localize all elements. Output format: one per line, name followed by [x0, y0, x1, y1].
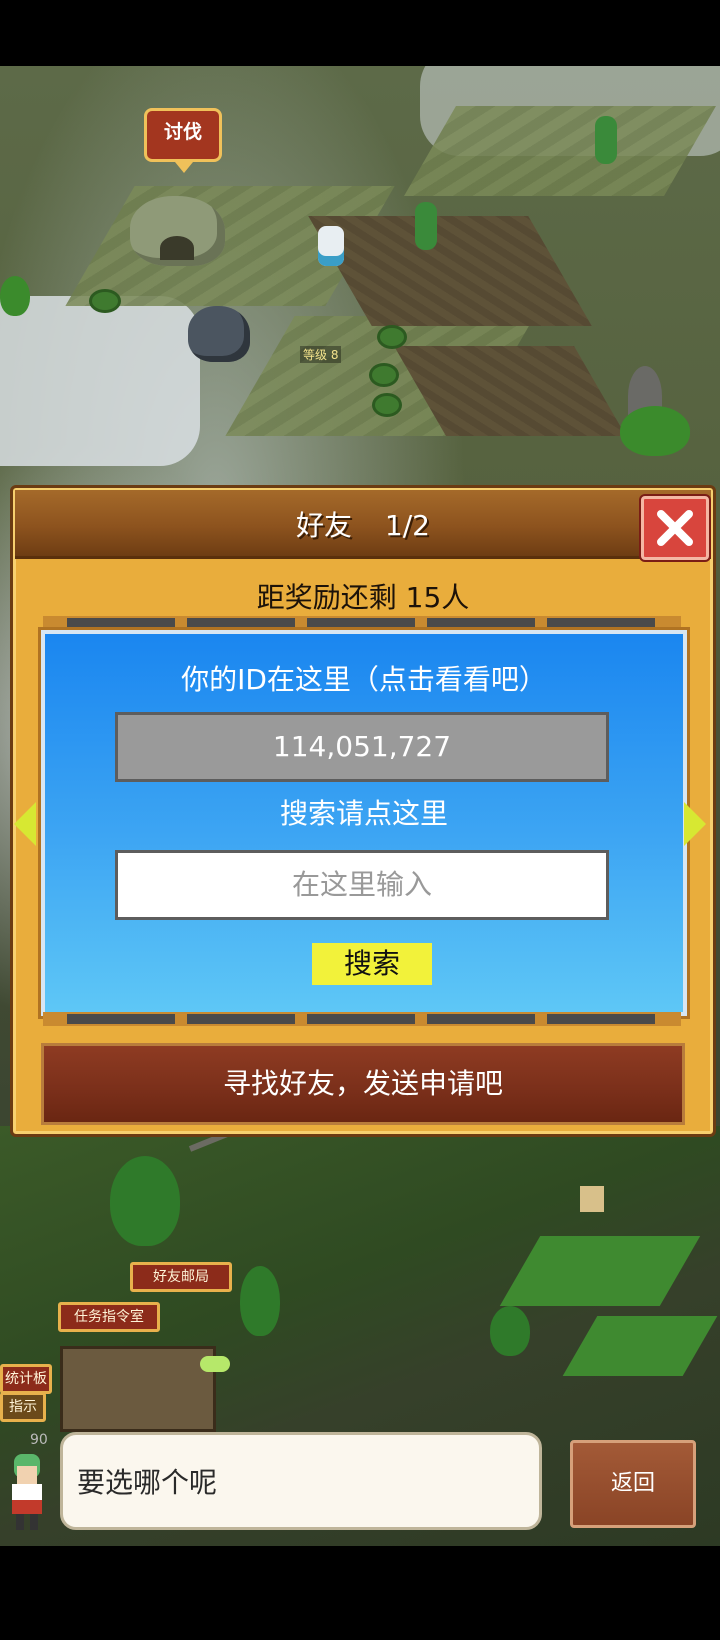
reward-remaining-text: 距奖励还剩 15人 — [256, 581, 470, 614]
level-number: 90 — [30, 1432, 48, 1448]
tray-divider-top — [43, 616, 681, 630]
next-page-arrow-icon[interactable] — [684, 802, 706, 846]
close-button[interactable] — [641, 496, 709, 560]
advisor-avatar — [2, 1450, 52, 1534]
tray-segment — [547, 618, 655, 628]
tray-segment — [547, 1014, 655, 1024]
search-button[interactable]: 搜索 — [312, 943, 432, 985]
friend-post-sign[interactable]: 好友邮局 — [130, 1262, 232, 1292]
search-prompt-label: 搜索请点这里 — [279, 797, 448, 830]
tray-segment — [427, 618, 535, 628]
find-friends-button[interactable]: 寻找好友，发送申请吧 — [41, 1043, 685, 1125]
bush-icon — [92, 292, 118, 310]
tree-icon — [620, 406, 690, 456]
character-level-label: 等级 8 — [300, 346, 342, 363]
cactus-icon — [415, 202, 437, 250]
tree-icon — [490, 1306, 530, 1356]
user-id-display[interactable]: 114,051,727 — [115, 712, 609, 782]
mission-room-sign[interactable]: 任务指令室 — [58, 1302, 160, 1332]
tree-icon — [110, 1156, 180, 1246]
back-button[interactable]: 返回 — [570, 1440, 696, 1528]
previous-page-arrow-icon[interactable] — [14, 802, 36, 846]
dialog-header: 好友 1/2 — [15, 490, 711, 560]
advisor-speech-bubble: 要选哪个呢 — [60, 1432, 542, 1530]
tray-divider-bottom — [43, 1012, 681, 1026]
bush-icon — [372, 366, 396, 384]
bush-icon — [375, 396, 399, 414]
grass-field — [404, 106, 716, 196]
dialog-title-text: 好友 — [296, 509, 353, 542]
tray-segment — [307, 1014, 415, 1024]
tray-segment — [187, 618, 295, 628]
advisor-avatar-icon — [12, 1454, 42, 1530]
tray-segment — [307, 618, 415, 628]
cactus-icon — [595, 116, 617, 164]
bush-icon — [380, 328, 404, 346]
dirt-path — [308, 216, 592, 326]
stats-board-sign[interactable]: 统计板 — [0, 1364, 52, 1394]
tree-icon — [240, 1266, 280, 1336]
character-sprite[interactable] — [318, 226, 344, 266]
tree-icon — [0, 276, 30, 316]
tray-segment — [67, 1014, 175, 1024]
raid-badge[interactable]: 讨伐 — [144, 108, 222, 173]
search-input[interactable]: 在这里输入 — [115, 850, 609, 920]
id-prompt-label: 你的ID在这里（点击看看吧） — [181, 663, 547, 696]
fog-cloud — [0, 296, 200, 466]
friend-search-panel: 你的ID在这里（点击看看吧） 114,051,727 搜索请点这里 在这里输入 … — [41, 630, 687, 1016]
delivery-box-icon[interactable] — [580, 1186, 604, 1212]
caterpillar-sprite — [200, 1356, 230, 1372]
cave-entrance — [160, 236, 194, 260]
tray-segment — [427, 1014, 535, 1024]
boulder-icon — [188, 306, 250, 362]
building[interactable] — [60, 1346, 216, 1432]
speech-text: 要选哪个呢 — [77, 1466, 218, 1499]
close-icon — [657, 510, 693, 546]
friends-dialog: 好友 1/2 距奖励还剩 15人 你的ID在这里（点击看看吧） 114,051,… — [10, 485, 716, 1137]
tray-segment — [67, 618, 175, 628]
dialog-title: 好友 1/2 — [15, 504, 711, 544]
instruction-sign[interactable]: 指示 — [0, 1392, 46, 1422]
page-indicator: 1/2 — [384, 509, 430, 542]
tray-segment — [187, 1014, 295, 1024]
